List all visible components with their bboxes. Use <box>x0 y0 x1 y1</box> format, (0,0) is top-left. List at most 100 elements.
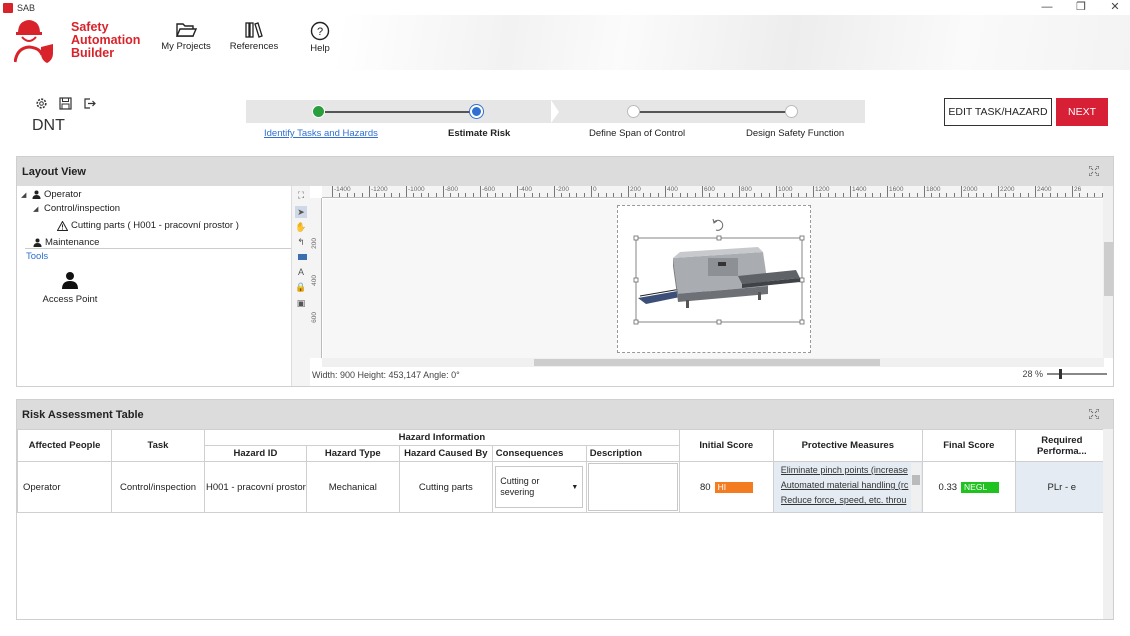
col-task[interactable]: Task <box>111 429 205 462</box>
ruler-minor-tick <box>568 193 570 197</box>
ruler-minor-tick <box>457 193 459 197</box>
ruler-tick <box>480 186 481 197</box>
ruler-label: 0 <box>593 186 597 193</box>
col-initial-score[interactable]: Initial Score <box>678 429 774 462</box>
ruler-minor-tick <box>679 193 681 197</box>
table-vertical-scrollbar[interactable] <box>1103 429 1113 619</box>
canvas-stage[interactable] <box>323 199 1104 358</box>
col-protective-measures[interactable]: Protective Measures <box>772 429 923 462</box>
description-input[interactable] <box>587 463 678 511</box>
col-group-hazard-info: Hazard Information <box>204 429 680 446</box>
machine-image[interactable] <box>618 206 812 354</box>
step-identify-tasks[interactable]: Identify Tasks and Hazards <box>264 128 378 139</box>
step-dot-span[interactable] <box>627 105 640 118</box>
ruler-minor-tick <box>1086 193 1088 197</box>
col-consequences[interactable]: Consequences <box>491 445 587 462</box>
layout-canvas[interactable]: ⛶ ➤ ✋ ↰ A 🔒 ▣ -1400 -1200 -1000 -800 -600 -40… <box>291 186 1113 386</box>
ruler-label: -800 <box>445 186 459 193</box>
measures-scrollbar[interactable] <box>910 463 921 511</box>
references-button[interactable]: References <box>224 21 284 52</box>
layout-page[interactable] <box>617 205 811 353</box>
tree-node-hazard[interactable]: Cutting parts ( H001 - pracovní prostor … <box>57 220 239 231</box>
consequences-select[interactable]: Cutting or severing ▼ <box>495 466 584 508</box>
measure-link[interactable]: Reduce force, speed, etc. throu <box>781 493 909 508</box>
minimize-button[interactable]: — <box>1040 0 1054 15</box>
col-affected-people[interactable]: Affected People <box>17 429 112 462</box>
canvas-toolbox: ⛶ ➤ ✋ ↰ A 🔒 ▣ <box>292 186 310 386</box>
col-required-performance[interactable]: Required Performa... <box>1014 429 1109 462</box>
exit-icon[interactable] <box>82 96 97 111</box>
zoom-level: 28 % <box>1022 369 1043 379</box>
gear-icon[interactable] <box>34 96 49 111</box>
window-titlebar: SAB — ❐ ✕ <box>0 0 1130 15</box>
table-row[interactable]: Operator Control/inspection H001 - praco… <box>17 461 1109 513</box>
expand-icon[interactable] <box>1089 166 1099 176</box>
measure-link[interactable]: Automated material handling (rc <box>781 478 909 493</box>
step-dot-identify[interactable] <box>312 105 325 118</box>
help-button[interactable]: ? Help <box>290 21 350 54</box>
step-estimate-risk[interactable]: Estimate Risk <box>448 128 510 139</box>
save-icon[interactable] <box>58 96 73 111</box>
col-final-score[interactable]: Final Score <box>921 429 1016 462</box>
ruler-label: 2000 <box>963 186 978 193</box>
expand-icon[interactable] <box>1089 409 1099 419</box>
my-projects-button[interactable]: My Projects <box>156 21 216 52</box>
collapse-icon[interactable]: ◢ <box>33 205 41 213</box>
pointer-tool-icon[interactable]: ➤ <box>295 206 307 218</box>
tree-node-maintenance[interactable]: Maintenance <box>33 237 99 248</box>
project-toolbar <box>34 96 97 111</box>
step-design-safety[interactable]: Design Safety Function <box>746 128 844 139</box>
ruler-tick <box>739 186 740 197</box>
ruler-minor-tick <box>539 193 541 197</box>
project-code: DNT <box>32 117 65 134</box>
cell-hazard-type: Mechanical <box>305 461 400 513</box>
ruler-minor-tick <box>650 193 652 197</box>
fit-view-icon[interactable]: ⛶ <box>295 189 307 201</box>
access-point-tool[interactable]: Access Point <box>39 271 101 305</box>
ruler-minor-tick <box>835 193 837 197</box>
connector-tool-icon[interactable]: ↰ <box>295 236 307 248</box>
step-define-span[interactable]: Define Span of Control <box>589 128 685 139</box>
close-button[interactable]: ✕ <box>1108 0 1122 15</box>
measure-link[interactable]: Eliminate pinch points (increase <box>781 463 909 478</box>
next-button[interactable]: NEXT <box>1056 98 1108 126</box>
cell-initial-score: 80 HI <box>678 461 774 513</box>
text-tool-icon[interactable]: A <box>295 266 307 278</box>
final-risk-badge: NEGL <box>961 481 1000 493</box>
horizontal-ruler: -1400 -1200 -1000 -800 -600 -400 -200 0 200 400 60… <box>322 186 1104 198</box>
tree-label-hazard: Cutting parts ( H001 - pracovní prostor … <box>71 220 239 231</box>
ruler-minor-tick <box>620 193 622 197</box>
ruler-minor-tick <box>1057 193 1059 197</box>
rectangle-tool-icon[interactable] <box>295 251 307 263</box>
ruler-minor-tick <box>346 193 348 197</box>
collapse-icon[interactable]: ◢ <box>21 191 29 199</box>
ruler-label: 1000 <box>778 186 793 193</box>
references-label: References <box>229 41 279 52</box>
col-description[interactable]: Description <box>585 445 680 462</box>
zoom-slider[interactable] <box>1047 369 1107 379</box>
ruler-minor-tick <box>339 193 341 197</box>
image-tool-icon[interactable]: ▣ <box>295 297 307 309</box>
pan-hand-icon[interactable]: ✋ <box>295 221 307 233</box>
tree-label-control: Control/inspection <box>44 203 121 214</box>
edit-task-hazard-button[interactable]: EDIT TASK/HAZARD <box>944 98 1052 126</box>
zoom-control[interactable]: 28 % <box>1022 369 1107 379</box>
tree-node-operator[interactable]: ◢ Operator <box>21 189 82 200</box>
step-dot-estimate[interactable] <box>470 105 483 118</box>
canvas-horizontal-scrollbar[interactable] <box>322 358 1104 367</box>
ruler-tick <box>776 186 777 197</box>
step-dot-design[interactable] <box>785 105 798 118</box>
ruler-tick <box>591 186 592 197</box>
canvas-vertical-scrollbar[interactable] <box>1103 186 1113 358</box>
protective-measures-list[interactable]: Eliminate pinch points (increase Automat… <box>774 463 921 511</box>
col-hazard-id[interactable]: Hazard ID <box>204 445 307 462</box>
risk-table-body: Affected People Task Hazard Information … <box>17 429 1113 619</box>
tree-node-control[interactable]: ◢ Control/inspection <box>33 203 120 214</box>
ruler-minor-tick <box>502 193 504 197</box>
col-hazard-type[interactable]: Hazard Type <box>305 445 400 462</box>
col-hazard-caused-by[interactable]: Hazard Caused By <box>398 445 493 462</box>
restore-button[interactable]: ❐ <box>1074 0 1088 15</box>
ruler-label: -600 <box>482 186 496 193</box>
ruler-minor-tick <box>983 193 985 197</box>
lock-icon[interactable]: 🔒 <box>295 281 307 293</box>
